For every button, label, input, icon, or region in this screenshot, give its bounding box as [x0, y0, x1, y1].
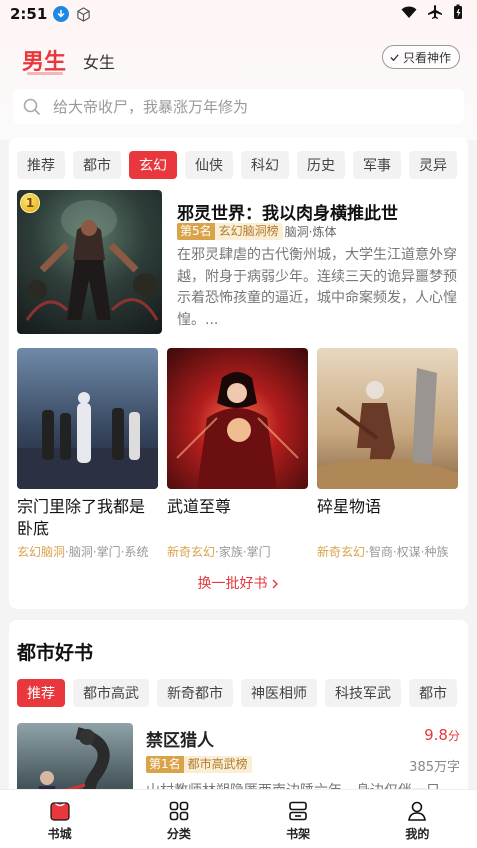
cube-notification-icon: [75, 6, 91, 22]
tab-female[interactable]: 女生: [83, 49, 115, 73]
book-title-1[interactable]: 宗门里除了我都是卧底: [17, 496, 158, 540]
cover-art-martial: [176, 372, 299, 489]
only-masterpieces-label: 只看神作: [402, 50, 451, 65]
chip-supernatural[interactable]: 灵异: [409, 151, 457, 179]
urban-chip-bar: 推荐 都市高武 新奇都市 神医相师 科技军武 都市: [17, 679, 468, 707]
book-tags-2: 新奇玄幻·家族·掌门: [167, 543, 271, 560]
chip-xuanhuan[interactable]: 玄幻: [129, 151, 177, 179]
download-notification-icon: [53, 6, 70, 22]
featured-book-description: 在邪灵肆虐的古代衡州城，大学生江道意外穿越，附身于病弱少年。连续三天的诡异噩梦预…: [177, 247, 457, 328]
rank-list-name[interactable]: 玄幻脑洞榜: [214, 223, 283, 240]
book-rank-tags: 第1名 都市高武榜: [146, 756, 252, 773]
airplane-icon: [427, 4, 443, 24]
cover-art-desert: [317, 368, 458, 489]
bottom-navigation: 书城 分类 书架 我的: [0, 789, 477, 848]
book-tag-highlight: 新奇玄幻: [167, 545, 216, 559]
section-title: 都市好书: [17, 642, 94, 664]
book-tag-rest: ·脑洞·掌门·系统: [65, 545, 149, 559]
chip-recommend[interactable]: 推荐: [17, 679, 65, 707]
featured-book-title[interactable]: 邪灵世界：我以肉身横推此世: [177, 199, 398, 224]
chip-history[interactable]: 历史: [297, 151, 345, 179]
book-cover-3[interactable]: [317, 348, 458, 489]
chevron-right-icon: [272, 579, 278, 589]
category-icon: [169, 801, 189, 821]
active-tab-indicator: [27, 72, 63, 75]
status-time: 2:51: [10, 5, 48, 23]
book-cover-1[interactable]: [17, 348, 158, 489]
book-score-value: 9.8: [424, 726, 448, 744]
nav-category[interactable]: 分类: [119, 790, 238, 848]
chip-doctor[interactable]: 神医相师: [241, 679, 317, 707]
featured-book-cover[interactable]: 1: [17, 190, 162, 334]
nav-category-label: 分类: [166, 827, 191, 841]
book-title-3[interactable]: 碎星物语: [317, 496, 458, 518]
chip-urban[interactable]: 都市: [409, 679, 457, 707]
book-title-2[interactable]: 武道至尊: [167, 496, 308, 518]
chip-xianxia[interactable]: 仙侠: [185, 151, 233, 179]
featured-book-tags: 第5名 玄幻脑洞榜 脑洞·炼体: [177, 223, 336, 240]
profile-icon: [408, 801, 427, 821]
search-bar[interactable]: 给大帝收尸，我暴涨万年修为: [13, 89, 464, 124]
book-tag-rest: ·智商·权谋·种族: [365, 545, 449, 559]
chip-scifi[interactable]: 科幻: [241, 151, 289, 179]
chip-urban-martial[interactable]: 都市高武: [73, 679, 149, 707]
battery-icon: [453, 4, 463, 24]
book-title-hunter[interactable]: 禁区猎人: [146, 726, 214, 751]
chip-recommend[interactable]: 推荐: [17, 151, 65, 179]
rank-position: 第1名: [146, 756, 184, 773]
rank-list-name[interactable]: 都市高武榜: [183, 756, 252, 773]
search-placeholder: 给大帝收尸，我暴涨万年修为: [53, 98, 249, 116]
header: 男生 女生 只看神作: [0, 38, 477, 82]
cover-art-warrior: [25, 200, 159, 321]
status-bar: 2:51: [0, 0, 477, 28]
rank-medal-badge: 1: [20, 193, 40, 213]
genre-recommend-card: 推荐 都市 玄幻 仙侠 科幻 历史 军事 灵异 1 邪灵世界：我以肉身横推此世 …: [9, 137, 468, 609]
only-masterpieces-toggle[interactable]: 只看神作: [381, 45, 460, 69]
book-tags-1: 玄幻脑洞·脑洞·掌门·系统: [17, 543, 148, 560]
book-tag-highlight: 新奇玄幻: [317, 545, 366, 559]
nav-profile[interactable]: 我的: [358, 790, 477, 848]
rank-position: 第5名: [177, 223, 215, 240]
nav-bookshelf-label: 书架: [286, 827, 311, 841]
book-word-count: 385万字: [409, 760, 460, 775]
refresh-batch-button[interactable]: 换一批好书: [9, 573, 468, 593]
nav-bookshelf[interactable]: 书架: [239, 790, 358, 848]
book-score: 9.8分: [424, 726, 460, 744]
nav-profile-label: 我的: [405, 827, 430, 841]
genre-chip-bar: 推荐 都市 玄幻 仙侠 科幻 历史 军事 灵异: [17, 151, 468, 179]
book-tags-3: 新奇玄幻·智商·权谋·种族: [317, 543, 448, 560]
chip-urban[interactable]: 都市: [73, 151, 121, 179]
nav-bookstore[interactable]: 书城: [0, 790, 119, 848]
check-icon: [390, 53, 399, 61]
book-tag-rest: ·家族·掌门: [215, 545, 271, 559]
search-icon: [23, 98, 41, 115]
bookstore-icon: [50, 802, 70, 821]
wifi-icon: [401, 5, 417, 23]
book-tag-highlight: 玄幻脑洞: [17, 545, 66, 559]
chip-military[interactable]: 军事: [353, 151, 401, 179]
nav-bookstore-label: 书城: [47, 827, 72, 841]
chip-tech-military[interactable]: 科技军武: [325, 679, 401, 707]
refresh-batch-label: 换一批好书: [197, 576, 268, 592]
chip-novel-urban[interactable]: 新奇都市: [157, 679, 233, 707]
book-cover-2[interactable]: [167, 348, 308, 489]
book-tags: 脑洞·炼体: [284, 225, 337, 239]
book-score-unit: 分: [447, 729, 460, 743]
bookshelf-icon: [289, 801, 307, 821]
cover-art-sect: [17, 392, 158, 489]
